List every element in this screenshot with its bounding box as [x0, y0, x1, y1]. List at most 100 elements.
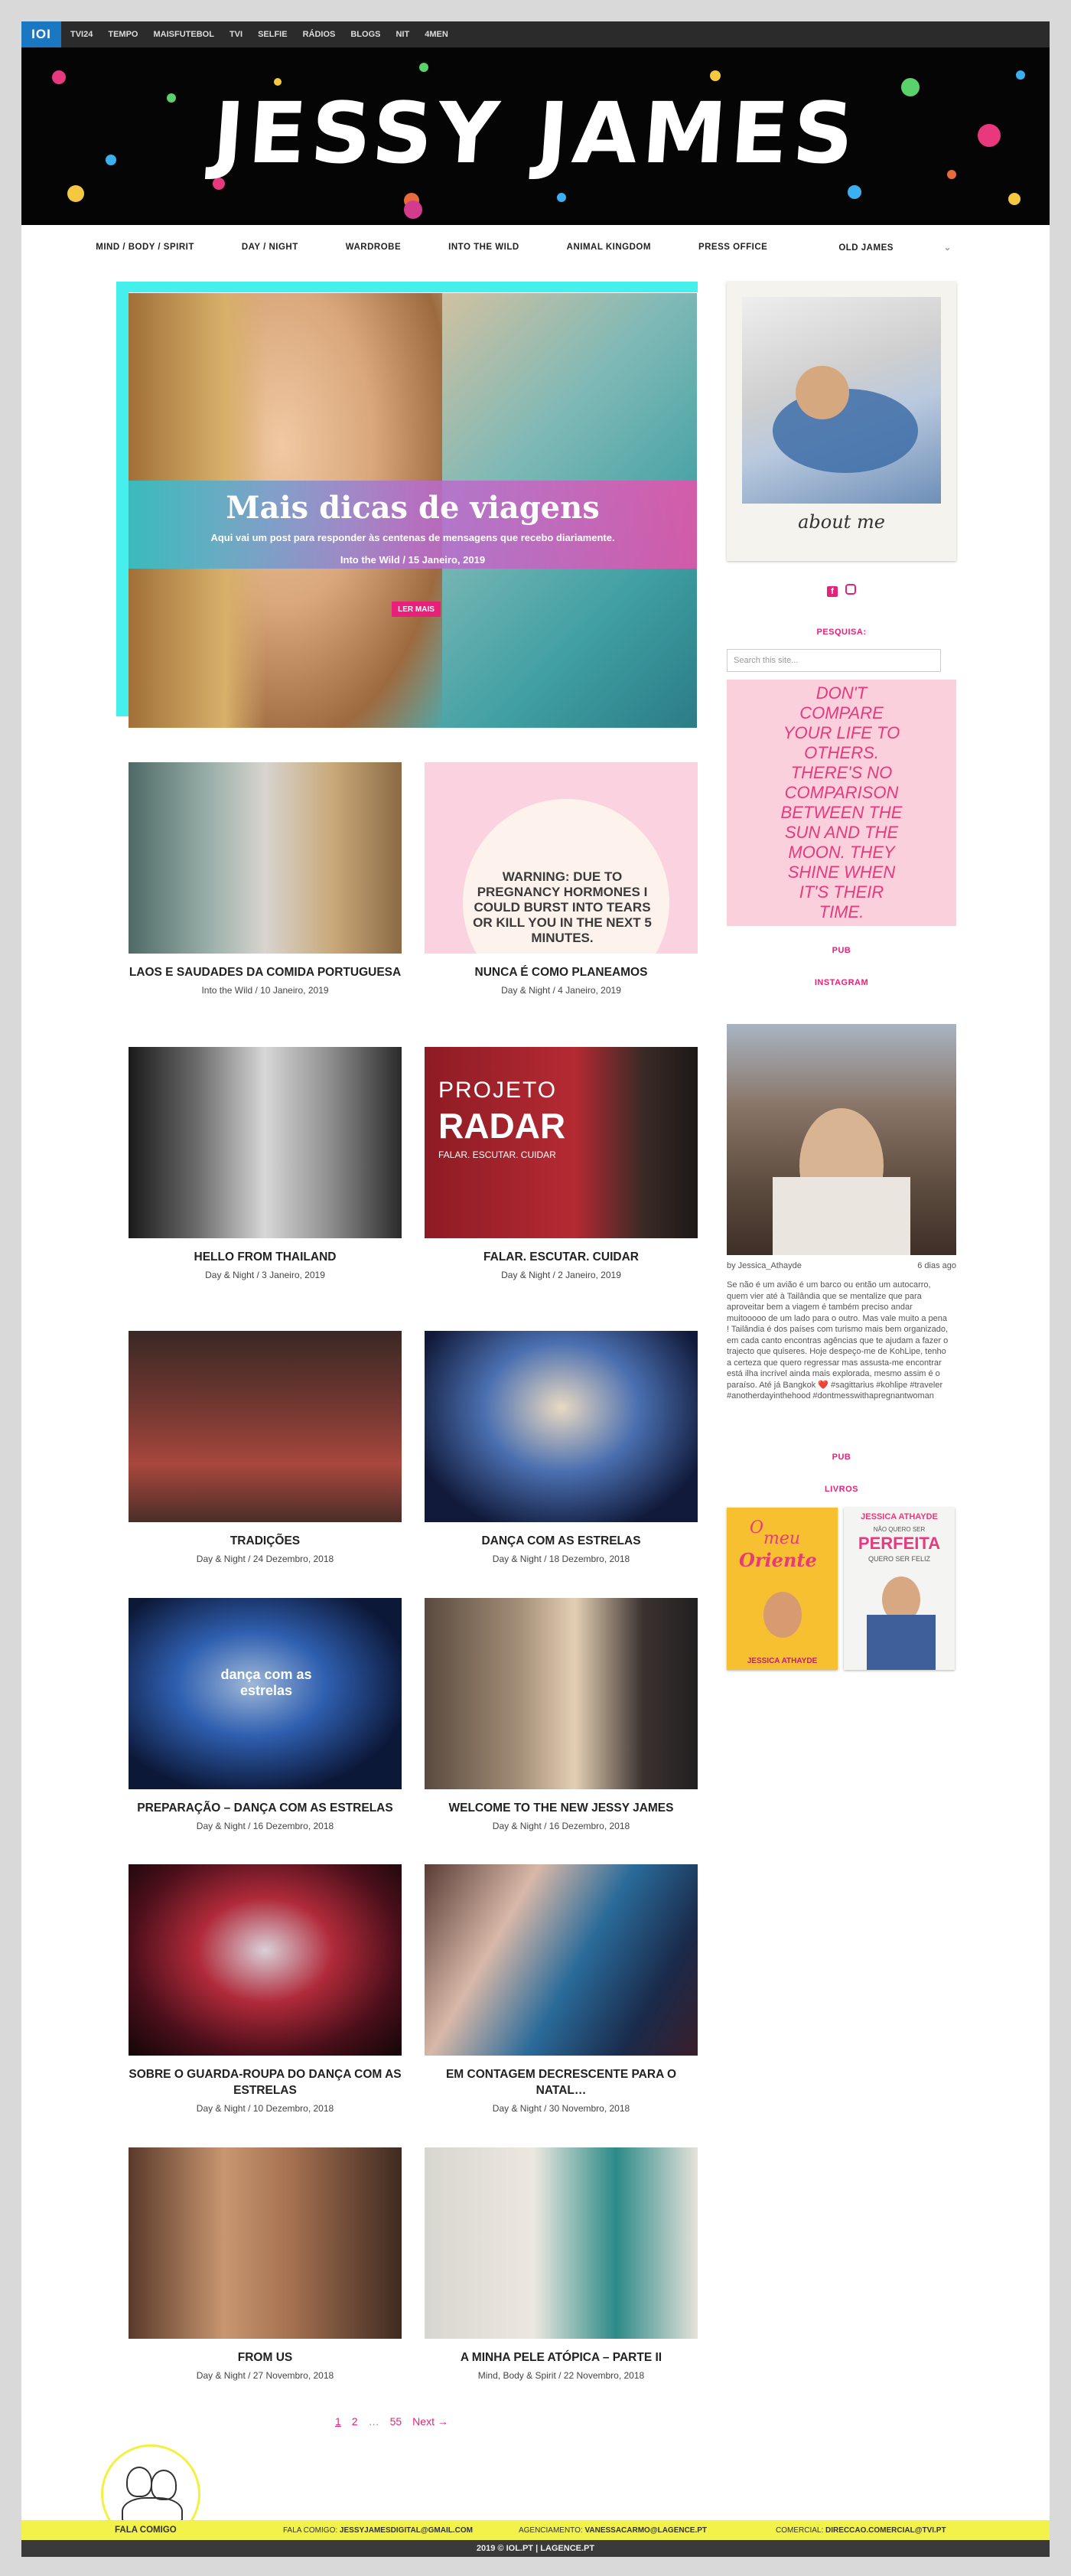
- post-title[interactable]: A MINHA PELE ATÓPICA – PARTE II: [425, 2349, 698, 2366]
- post-meta: Day & Night / 16 Dezembro, 2018: [492, 1821, 630, 1831]
- network-link[interactable]: TVI: [230, 30, 243, 39]
- post-card[interactable]: SOBRE O GUARDA-ROUPA DO DANÇA COM AS EST…: [129, 1864, 402, 2114]
- post-card[interactable]: LAOS E SAUDADES DA COMIDA PORTUGUESA Int…: [129, 762, 402, 996]
- instagram-photo[interactable]: [727, 1024, 956, 1255]
- post-meta: Day & Night / 16 Dezembro, 2018: [196, 1821, 334, 1831]
- book-cover-nao-quero-ser-perfeita[interactable]: JESSICA ATHAYDE NÃO QUERO SER PERFEITA Q…: [844, 1508, 955, 1670]
- instagram-meta: by Jessica_Athayde 6 dias ago: [727, 1261, 956, 1270]
- network-link[interactable]: BLOGS: [350, 30, 380, 39]
- social-links: f: [727, 584, 956, 597]
- post-thumbnail[interactable]: PROJETO RADAR FALAR. ESCUTAR. CUIDAR: [425, 1047, 698, 1238]
- post-card[interactable]: DANÇA COM AS ESTRELAS Day & Night / 18 D…: [425, 1331, 698, 1564]
- post-thumbnail[interactable]: WARNING: DUE TO PREGNANCY HORMONES I COU…: [425, 762, 698, 954]
- book-cover-meu-oriente[interactable]: O meu Oriente JESSICA ATHAYDE: [727, 1508, 838, 1670]
- instagram-user[interactable]: by Jessica_Athayde: [727, 1261, 802, 1270]
- book-author: JESSICA ATHAYDE: [861, 1512, 938, 1521]
- network-link[interactable]: NIT: [396, 30, 409, 39]
- post-thumbnail[interactable]: [425, 1864, 698, 2056]
- post-thumbnail[interactable]: [129, 1864, 402, 2056]
- about-me-widget[interactable]: about me: [727, 282, 956, 561]
- hero-title[interactable]: Mais dicas de viagens: [129, 490, 697, 526]
- hero-meta: Into the Wild / 15 Janeiro, 2019: [340, 554, 486, 566]
- post-title[interactable]: PREPARAÇÃO – DANÇA COM AS ESTRELAS: [129, 1800, 402, 1816]
- facebook-icon[interactable]: f: [826, 586, 838, 597]
- hero-accent-bar: [116, 282, 129, 716]
- post-title[interactable]: FALAR. ESCUTAR. CUIDAR: [425, 1249, 698, 1265]
- thumbnail-text: RADAR: [438, 1106, 566, 1146]
- post-title[interactable]: NUNCA É COMO PLANEAMOS: [425, 964, 698, 980]
- post-title[interactable]: TRADIÇÕES: [129, 1533, 402, 1549]
- site-title: JESSY JAMES: [209, 84, 862, 182]
- hero-accent-bar: [116, 282, 698, 292]
- post-thumbnail[interactable]: [425, 2147, 698, 2339]
- post-title[interactable]: FROM US: [129, 2349, 402, 2366]
- post-thumbnail[interactable]: [129, 1047, 402, 1238]
- post-thumbnail[interactable]: [129, 762, 402, 954]
- site-banner[interactable]: JESSY JAMES: [21, 47, 1050, 225]
- network-link[interactable]: TEMPO: [108, 30, 138, 39]
- post-title[interactable]: LAOS E SAUDADES DA COMIDA PORTUGUESA: [129, 964, 402, 980]
- page-1-link[interactable]: 1: [335, 2415, 341, 2428]
- post-card[interactable]: HELLO FROM THAILAND Day & Night / 3 Jane…: [129, 1047, 402, 1280]
- quote-widget: DON'T COMPARE YOUR LIFE TO OTHERS. THERE…: [727, 680, 956, 926]
- contact-item: COMERCIAL: DIRECCAO.COMERCIAL@TVI.PT: [776, 2526, 946, 2535]
- post-card[interactable]: FROM US Day & Night / 27 Novembro, 2018: [129, 2147, 402, 2381]
- hero-subtitle: Aqui vai um post para responder às cente…: [210, 532, 615, 543]
- post-card[interactable]: PROJETO RADAR FALAR. ESCUTAR. CUIDAR FAL…: [425, 1047, 698, 1280]
- iol-logo[interactable]: IOI: [21, 21, 61, 47]
- network-link[interactable]: TVI24: [70, 30, 93, 39]
- post-card[interactable]: dança com as estrelas PREPARAÇÃO – DANÇA…: [129, 1598, 402, 1831]
- next-page-link[interactable]: Next →: [412, 2415, 448, 2428]
- post-title[interactable]: HELLO FROM THAILAND: [129, 1249, 402, 1265]
- post-title[interactable]: DANÇA COM AS ESTRELAS: [425, 1533, 698, 1549]
- network-link[interactable]: RÁDIOS: [303, 30, 336, 39]
- contact-label: AGENCIAMENTO:: [518, 2525, 583, 2535]
- nav-item-mind-body-spirit[interactable]: MIND / BODY / SPIRIT: [72, 243, 218, 252]
- instagram-title: INSTAGRAM: [814, 978, 869, 987]
- page-last-link[interactable]: 55: [390, 2415, 402, 2428]
- post-meta: Day & Night / 24 Dezembro, 2018: [196, 1554, 334, 1564]
- post-meta: Mind, Body & Spirit / 22 Novembro, 2018: [477, 2370, 645, 2381]
- agency-email-link[interactable]: VANESSACARMO@LAGENCE.PT: [584, 2526, 707, 2535]
- post-card[interactable]: A MINHA PELE ATÓPICA – PARTE II Mind, Bo…: [425, 2147, 698, 2381]
- commercial-email-link[interactable]: DIRECCAO.COMERCIAL@TVI.PT: [825, 2526, 946, 2535]
- post-thumbnail[interactable]: [129, 2147, 402, 2339]
- main-nav: MIND / BODY / SPIRIT DAY / NIGHT WARDROB…: [21, 225, 1050, 269]
- read-more-button[interactable]: LER MAIS: [392, 602, 441, 617]
- post-title[interactable]: EM CONTAGEM DECRESCENTE PARA O NATAL…: [425, 2066, 698, 2098]
- book-title-line: O: [750, 1518, 764, 1537]
- network-link[interactable]: 4MEN: [425, 30, 448, 39]
- contact-bar: FALA COMIGO FALA COMIGO: JESSYJAMESDIGIT…: [21, 2520, 1050, 2540]
- thumbnail-text: dança com as estrelas: [220, 1667, 312, 1698]
- copyright: 2019 © IOL.PT | LAGENCE.PT: [21, 2540, 1050, 2557]
- nav-item-day-night[interactable]: DAY / NIGHT: [218, 243, 322, 252]
- contact-item: AGENCIAMENTO: VANESSACARMO@LAGENCE.PT: [519, 2526, 707, 2535]
- nav-item-press-office[interactable]: PRESS OFFICE: [675, 243, 791, 252]
- post-thumbnail[interactable]: [129, 1331, 402, 1522]
- network-link[interactable]: SELFIE: [258, 30, 288, 39]
- contact-email-link[interactable]: JESSYJAMESDIGITAL@GMAIL.COM: [340, 2526, 473, 2535]
- post-card[interactable]: TRADIÇÕES Day & Night / 24 Dezembro, 201…: [129, 1331, 402, 1564]
- instagram-icon[interactable]: [845, 584, 857, 595]
- post-card[interactable]: WARNING: DUE TO PREGNANCY HORMONES I COU…: [425, 762, 698, 996]
- instagram-caption: Se não é um avião é um barco ou então um…: [727, 1280, 949, 1400]
- search-input[interactable]: Search this site...: [727, 649, 941, 672]
- nav-item-animal-kingdom[interactable]: ANIMAL KINGDOM: [543, 243, 675, 252]
- post-meta: Into the Wild / 10 Janeiro, 2019: [201, 985, 329, 996]
- nav-item-old-james[interactable]: OLD JAMES ⌄: [791, 242, 998, 253]
- network-link[interactable]: MAISFUTEBOL: [153, 30, 213, 39]
- post-card[interactable]: WELCOME TO THE NEW JESSY JAMES Day & Nig…: [425, 1598, 698, 1831]
- post-meta: Day & Night / 27 Novembro, 2018: [196, 2370, 334, 2381]
- post-card[interactable]: EM CONTAGEM DECRESCENTE PARA O NATAL… Da…: [425, 1864, 698, 2114]
- post-thumbnail[interactable]: dança com as estrelas: [129, 1598, 402, 1789]
- post-title[interactable]: WELCOME TO THE NEW JESSY JAMES: [425, 1800, 698, 1816]
- page-2-link[interactable]: 2: [352, 2415, 358, 2428]
- post-title[interactable]: SOBRE O GUARDA-ROUPA DO DANÇA COM AS EST…: [129, 2066, 402, 2098]
- nav-item-into-the-wild[interactable]: INTO THE WILD: [425, 243, 543, 252]
- post-thumbnail[interactable]: [425, 1598, 698, 1789]
- hero-featured-post[interactable]: Mais dicas de viagens Aqui vai um post p…: [129, 293, 697, 728]
- network-links: TVI24 TEMPO MAISFUTEBOL TVI SELFIE RÁDIO…: [70, 30, 448, 39]
- post-thumbnail[interactable]: [425, 1331, 698, 1522]
- contact-item: FALA COMIGO: JESSYJAMESDIGITAL@GMAIL.COM: [283, 2526, 473, 2535]
- nav-item-wardrobe[interactable]: WARDROBE: [322, 243, 425, 252]
